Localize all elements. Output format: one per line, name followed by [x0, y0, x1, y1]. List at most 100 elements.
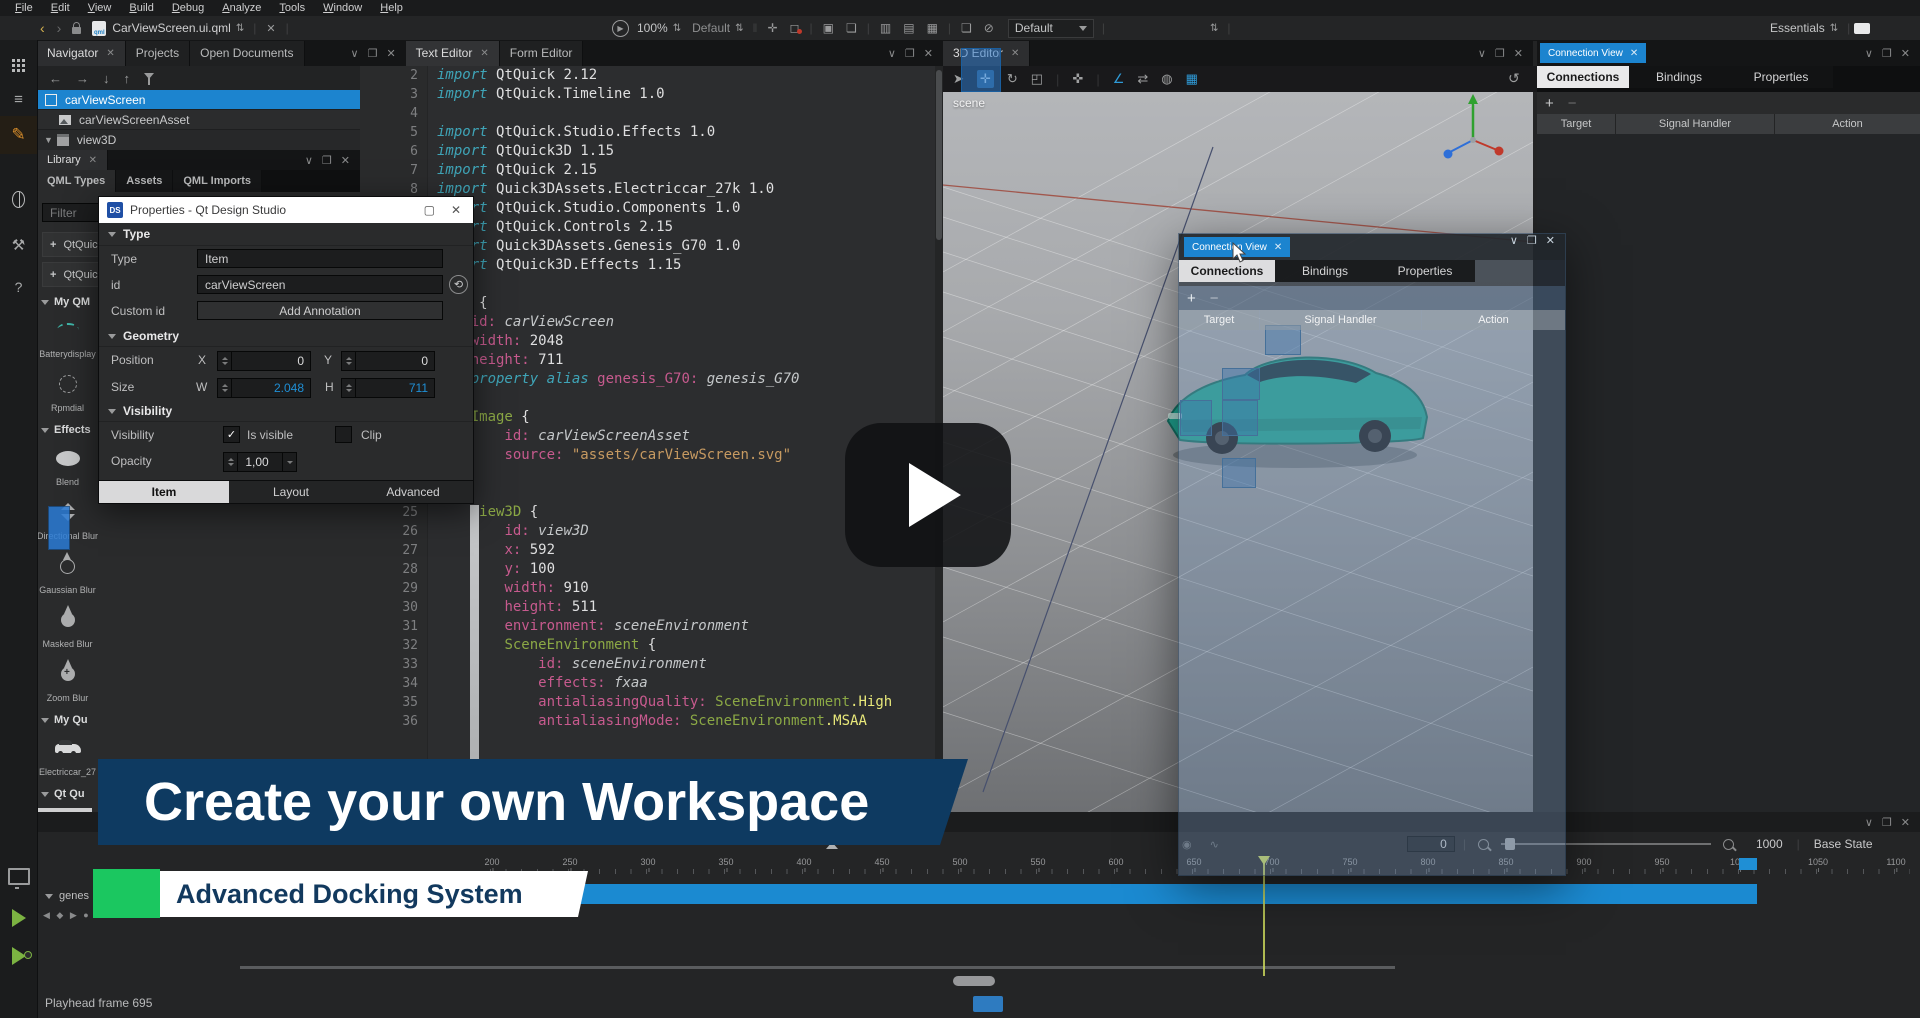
timeline-track-row[interactable]: genes: [45, 890, 89, 902]
workspace-spinner[interactable]: ⇅: [1830, 23, 1838, 34]
filter-icon[interactable]: [144, 73, 154, 84]
chevron-down-icon[interactable]: ∨: [1865, 816, 1873, 829]
popout-icon[interactable]: ❐: [1882, 816, 1892, 829]
timeline-end-marker[interactable]: [1739, 858, 1757, 870]
popout-icon[interactable]: ❐: [322, 154, 332, 167]
close-icon[interactable]: ✕: [386, 47, 395, 60]
keyframe-controls[interactable]: ◀ ◆ ▶ ●: [43, 910, 91, 921]
popout-icon[interactable]: ❐: [1495, 47, 1505, 60]
viewport-tool-icon[interactable]: ✜: [1072, 71, 1083, 87]
menu-item[interactable]: Help: [371, 0, 412, 16]
add-annotation-button[interactable]: Add Annotation: [197, 301, 443, 320]
section-type[interactable]: Type: [99, 223, 473, 246]
video-play-button[interactable]: [845, 423, 1011, 567]
theme-dropdown[interactable]: Default: [1008, 19, 1094, 38]
bounds-icon[interactable]: ▣: [823, 21, 834, 35]
viewport-tool-icon[interactable]: ▦: [1186, 71, 1198, 87]
forward-button[interactable]: ›: [57, 20, 62, 36]
chevron-down-icon[interactable]: ∨: [1478, 47, 1486, 60]
tab-library[interactable]: Library✕: [37, 150, 108, 170]
chevron-down-icon[interactable]: ∨: [1865, 47, 1873, 60]
section-header[interactable]: Effects: [37, 420, 98, 440]
rows-icon[interactable]: ▤: [903, 21, 914, 35]
style-selector[interactable]: Default: [692, 21, 730, 35]
annotation-tool-icon[interactable]: ✛: [767, 21, 777, 35]
axis-gizmo[interactable]: [1435, 92, 1510, 173]
section-geometry[interactable]: Geometry: [99, 326, 473, 347]
tab-open-documents[interactable]: Open Documents: [190, 40, 304, 66]
column-action[interactable]: Action: [1775, 114, 1920, 134]
tab-form-editor[interactable]: Form Editor: [500, 40, 584, 66]
new-frame-icon[interactable]: ❏: [846, 21, 857, 35]
back-button[interactable]: ‹: [40, 20, 45, 36]
move-down-icon[interactable]: ↓: [103, 71, 110, 86]
debug-run-button[interactable]: [0, 939, 37, 973]
viewport-tool-icon[interactable]: |: [1056, 72, 1059, 87]
debug-mode-icon[interactable]: [0, 182, 37, 216]
dialog-titlebar[interactable]: DS Properties - Qt Design Studio ▢ ✕: [99, 197, 473, 223]
tree-row-view3d[interactable]: ▼ view3D: [37, 129, 360, 149]
section-header[interactable]: Qt Qu: [37, 784, 98, 804]
tab-item[interactable]: Item: [99, 481, 229, 503]
tab-layout[interactable]: Layout: [229, 481, 353, 503]
popout-icon[interactable]: ❐: [368, 47, 378, 60]
add-connection-button[interactable]: +: [1187, 290, 1196, 307]
menu-item[interactable]: Tools: [270, 0, 314, 16]
tab-assets[interactable]: Assets: [116, 170, 173, 192]
viewport-tool-icon[interactable]: ◰: [1031, 71, 1043, 87]
chevron-down-icon[interactable]: ∨: [351, 47, 359, 60]
popout-icon[interactable]: ❐: [905, 47, 915, 60]
menu-item[interactable]: Debug: [163, 0, 213, 16]
workspace-selector[interactable]: Essentials: [1770, 21, 1825, 35]
export-icon[interactable]: ❏: [961, 21, 972, 35]
viewport-tool-icon[interactable]: ↻: [1007, 71, 1018, 87]
tree-row-carviewscreen[interactable]: carViewScreen: [37, 90, 360, 109]
close-icon[interactable]: ✕: [451, 203, 461, 217]
chevron-down-icon[interactable]: ∨: [888, 47, 896, 60]
clip-checkbox[interactable]: [335, 426, 352, 443]
end-frame-value[interactable]: 1000: [1756, 837, 1783, 851]
library-item[interactable]: Gaussian Blur: [37, 548, 98, 596]
menu-item[interactable]: View: [79, 0, 121, 16]
reset-view-icon[interactable]: ↺: [1508, 70, 1520, 87]
library-item[interactable]: Masked Blur: [37, 602, 98, 650]
floating-connection-view[interactable]: Connection View✕ ∨❐✕ Connections Binding…: [1178, 233, 1566, 876]
close-icon[interactable]: ✕: [1514, 47, 1523, 60]
popout-icon[interactable]: ❐: [1882, 47, 1892, 60]
menu-item[interactable]: Window: [314, 0, 371, 16]
feedback-icon[interactable]: [1854, 23, 1870, 34]
tab-text-editor[interactable]: Text Editor✕: [406, 40, 500, 66]
remove-connection-button[interactable]: −: [1568, 95, 1577, 112]
remove-connection-button[interactable]: −: [1210, 290, 1219, 307]
close-icon[interactable]: ✕: [341, 154, 350, 167]
columns-icon[interactable]: ▥: [880, 21, 891, 35]
menu-item[interactable]: Edit: [42, 0, 79, 16]
tree-row-asset[interactable]: carViewScreenAsset: [37, 109, 360, 129]
timeline-hscrollbar[interactable]: [240, 966, 1395, 969]
tab-connections[interactable]: Connections: [1537, 66, 1629, 88]
position-y-stepper[interactable]: 0: [341, 351, 435, 371]
preview-play-icon[interactable]: ▶: [612, 20, 629, 37]
zoom-in-icon[interactable]: [1723, 839, 1734, 850]
selection-frame-icon[interactable]: ◻: [790, 21, 800, 35]
chevron-down-icon[interactable]: ∨: [1510, 234, 1518, 247]
move-up-icon[interactable]: ↑: [124, 71, 131, 86]
tab-connections[interactable]: Connections: [1179, 260, 1275, 282]
column-target[interactable]: Target: [1537, 114, 1615, 134]
id-input[interactable]: carViewScreen: [197, 275, 443, 294]
library-item[interactable]: Electriccar_27: [37, 730, 98, 778]
viewport-tool-icon[interactable]: |: [1096, 72, 1099, 87]
menu-item[interactable]: Build: [120, 0, 162, 16]
run-button[interactable]: [0, 901, 37, 935]
position-x-stepper[interactable]: 0: [217, 351, 311, 371]
opacity-stepper[interactable]: 1,00: [223, 452, 297, 472]
kit-selector-icon[interactable]: [0, 859, 37, 893]
tab-bindings[interactable]: Bindings: [1629, 66, 1729, 88]
column-signal-handler[interactable]: Signal Handler: [1260, 310, 1421, 330]
library-item[interactable]: Blend: [37, 440, 98, 488]
tab-properties[interactable]: Properties: [1729, 66, 1833, 88]
zoom-spinner[interactable]: ⇅: [673, 23, 681, 34]
dock-splitter-strip[interactable]: [470, 505, 479, 767]
lock-icon[interactable]: [72, 27, 81, 34]
style-spinner[interactable]: ⇅: [735, 23, 743, 34]
